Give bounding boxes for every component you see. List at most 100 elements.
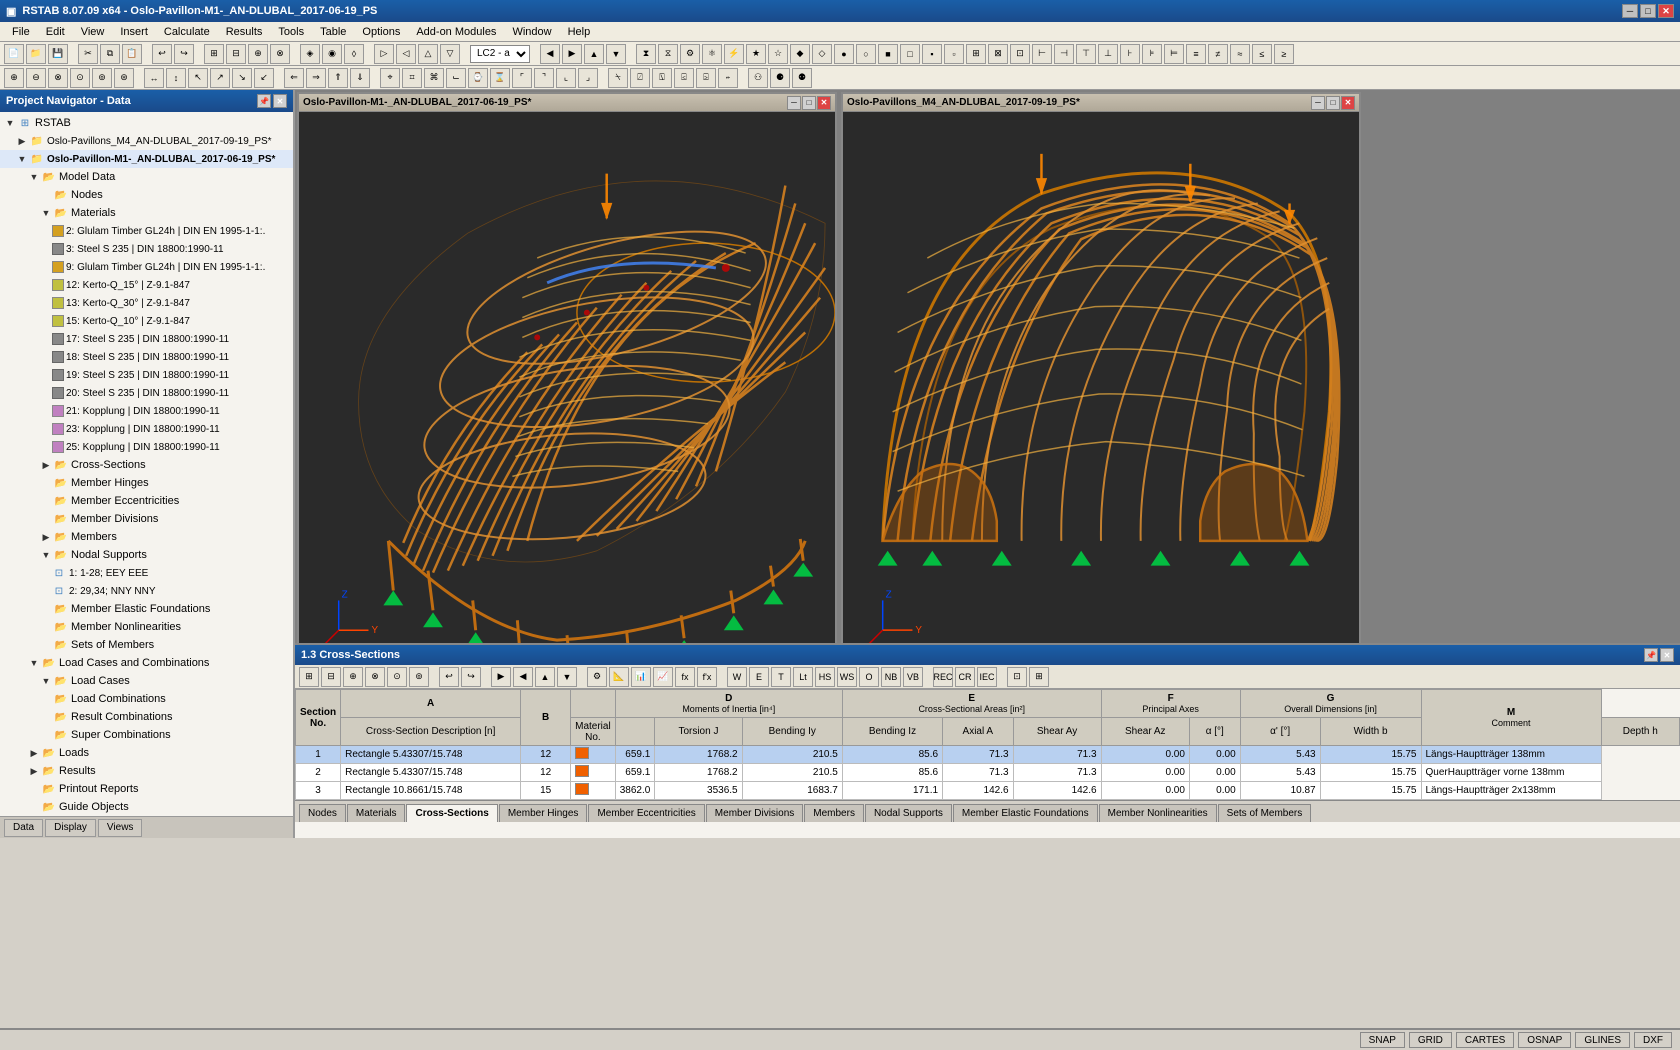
bt-24[interactable]: WS (837, 667, 857, 687)
menu-options[interactable]: Options (354, 24, 408, 40)
tab-member-hinges[interactable]: Member Hinges (499, 804, 588, 822)
bt-4[interactable]: ⊗ (365, 667, 385, 687)
tb2-b3[interactable]: ⊗ (48, 68, 68, 88)
tree-member-eccentricities[interactable]: ▶ 📂 Member Eccentricities (0, 492, 293, 510)
tab-members[interactable]: Members (804, 804, 864, 822)
bt-15[interactable]: 📊 (631, 667, 651, 687)
tb-c16[interactable]: ⊞ (966, 44, 986, 64)
tb-nav-up[interactable]: ▲ (584, 44, 604, 64)
tb-b6[interactable]: ◉ (322, 44, 342, 64)
status-dxf[interactable]: DXF (1634, 1032, 1672, 1048)
bt-20[interactable]: E (749, 667, 769, 687)
tb2-b30[interactable]: ⍃ (674, 68, 694, 88)
tb-b4[interactable]: ⊗ (270, 44, 290, 64)
tree-guide[interactable]: ▶ 📂 Guide Objects (0, 798, 293, 816)
tb2-b15[interactable]: ⇑ (328, 68, 348, 88)
tb2-b20[interactable]: ⌙ (446, 68, 466, 88)
bt-28[interactable]: REC (933, 667, 953, 687)
tb-b1[interactable]: ⊞ (204, 44, 224, 64)
tab-sets-members[interactable]: Sets of Members (1218, 804, 1312, 822)
tb-c6[interactable]: ★ (746, 44, 766, 64)
bt-8[interactable]: ↪ (461, 667, 481, 687)
tb-new[interactable]: 📄 (4, 44, 24, 64)
tb-c14[interactable]: ▪ (922, 44, 942, 64)
tb2-b25[interactable]: ⌞ (556, 68, 576, 88)
tb-c15[interactable]: ▫ (944, 44, 964, 64)
tb-c30[interactable]: ≥ (1274, 44, 1294, 64)
tb-c27[interactable]: ≠ (1208, 44, 1228, 64)
tb-c20[interactable]: ⊣ (1054, 44, 1074, 64)
menu-addon[interactable]: Add-on Modules (408, 24, 504, 40)
tb2-b24[interactable]: ⌝ (534, 68, 554, 88)
tb2-b21[interactable]: ⌚ (468, 68, 488, 88)
tb-c12[interactable]: ■ (878, 44, 898, 64)
tree-mat-4[interactable]: 12: Kerto-Q_15° | Z-9.1-847 (0, 276, 293, 294)
bt-2[interactable]: ⊟ (321, 667, 341, 687)
status-grid[interactable]: GRID (1409, 1032, 1452, 1048)
tb2-b19[interactable]: ⌘ (424, 68, 444, 88)
nav-pin[interactable]: 📌 (257, 94, 271, 108)
tree-mat-3[interactable]: 9: Glulam Timber GL24h | DIN EN 1995-1-1… (0, 258, 293, 276)
tree-materials[interactable]: ▼ 📂 Materials (0, 204, 293, 222)
tb2-b35[interactable]: ⚉ (792, 68, 812, 88)
tree-cross-sections[interactable]: ▶ 📂 Cross-Sections (0, 456, 293, 474)
tb2-b18[interactable]: ⌗ (402, 68, 422, 88)
bt-19[interactable]: W (727, 667, 747, 687)
tb-c9[interactable]: ◇ (812, 44, 832, 64)
tb2-b31[interactable]: ⍄ (696, 68, 716, 88)
tb2-b17[interactable]: ⌖ (380, 68, 400, 88)
bt-9[interactable]: ▶ (491, 667, 511, 687)
tree-nodal-supports[interactable]: ▼ 📂 Nodal Supports (0, 546, 293, 564)
tb2-b13[interactable]: ⇐ (284, 68, 304, 88)
tree-mat-6[interactable]: 15: Kerto-Q_10° | Z-9.1-847 (0, 312, 293, 330)
tb-cut[interactable]: ✂ (78, 44, 98, 64)
bt-26[interactable]: NB (881, 667, 901, 687)
tb-c17[interactable]: ⊠ (988, 44, 1008, 64)
tree-results[interactable]: ▶ 📂 Results (0, 762, 293, 780)
tb2-b22[interactable]: ⌛ (490, 68, 510, 88)
tree-mat-2[interactable]: 3: Steel S 235 | DIN 18800:1990-11 (0, 240, 293, 258)
tb2-b6[interactable]: ⊛ (114, 68, 134, 88)
tb-c4[interactable]: ⚛ (702, 44, 722, 64)
nav-tab-display[interactable]: Display (45, 819, 96, 837)
tb2-b2[interactable]: ⊖ (26, 68, 46, 88)
tree-mat-11[interactable]: 21: Kopplung | DIN 18800:1990-11 (0, 402, 293, 420)
status-glines[interactable]: GLINES (1575, 1032, 1630, 1048)
bt-14[interactable]: 📐 (609, 667, 629, 687)
tab-cross-sections[interactable]: Cross-Sections (406, 804, 497, 822)
tb-nav-next[interactable]: ▶ (562, 44, 582, 64)
table-row[interactable]: 3 Rectangle 10.8661/15.748 15 3862.0 353… (296, 782, 1680, 800)
tb-b9[interactable]: ◁ (396, 44, 416, 64)
tree-mat-7[interactable]: 17: Steel S 235 | DIN 18800:1990-11 (0, 330, 293, 348)
vp2-minimize[interactable]: ─ (1311, 96, 1325, 110)
bt-7[interactable]: ↩ (439, 667, 459, 687)
bt-29[interactable]: CR (955, 667, 975, 687)
tb2-b26[interactable]: ⌟ (578, 68, 598, 88)
status-cartes[interactable]: CARTES (1456, 1032, 1514, 1048)
tb2-b29[interactable]: ⍂ (652, 68, 672, 88)
tb2-b5[interactable]: ⊚ (92, 68, 112, 88)
tab-member-elastic[interactable]: Member Elastic Foundations (953, 804, 1098, 822)
vp1-canvas[interactable]: Z Y X (299, 112, 835, 672)
bt-23[interactable]: HS (815, 667, 835, 687)
bt-30[interactable]: IEC (977, 667, 997, 687)
close-button[interactable]: ✕ (1658, 4, 1674, 18)
tree-mat-8[interactable]: 18: Steel S 235 | DIN 18800:1990-11 (0, 348, 293, 366)
bottom-pin[interactable]: 📌 (1644, 648, 1658, 662)
table-row[interactable]: 1 Rectangle 5.43307/15.748 12 659.1 1768… (296, 746, 1680, 764)
tb-b11[interactable]: ▽ (440, 44, 460, 64)
tab-nodes[interactable]: Nodes (299, 804, 346, 822)
tb2-b14[interactable]: ⇒ (306, 68, 326, 88)
tree-sets-members[interactable]: ▶ 📂 Sets of Members (0, 636, 293, 654)
tb-c28[interactable]: ≈ (1230, 44, 1250, 64)
bt-31[interactable]: ⊡ (1007, 667, 1027, 687)
tree-member-elastic[interactable]: ▶ 📂 Member Elastic Foundations (0, 600, 293, 618)
tb2-b8[interactable]: ↕ (166, 68, 186, 88)
tb-b5[interactable]: ◈ (300, 44, 320, 64)
tb-c25[interactable]: ⊨ (1164, 44, 1184, 64)
vp2-close[interactable]: ✕ (1341, 96, 1355, 110)
tb-c2[interactable]: ⧖ (658, 44, 678, 64)
bt-22[interactable]: Lt (793, 667, 813, 687)
bt-18[interactable]: f'x (697, 667, 717, 687)
tree-member-nonlinear[interactable]: ▶ 📂 Member Nonlinearities (0, 618, 293, 636)
